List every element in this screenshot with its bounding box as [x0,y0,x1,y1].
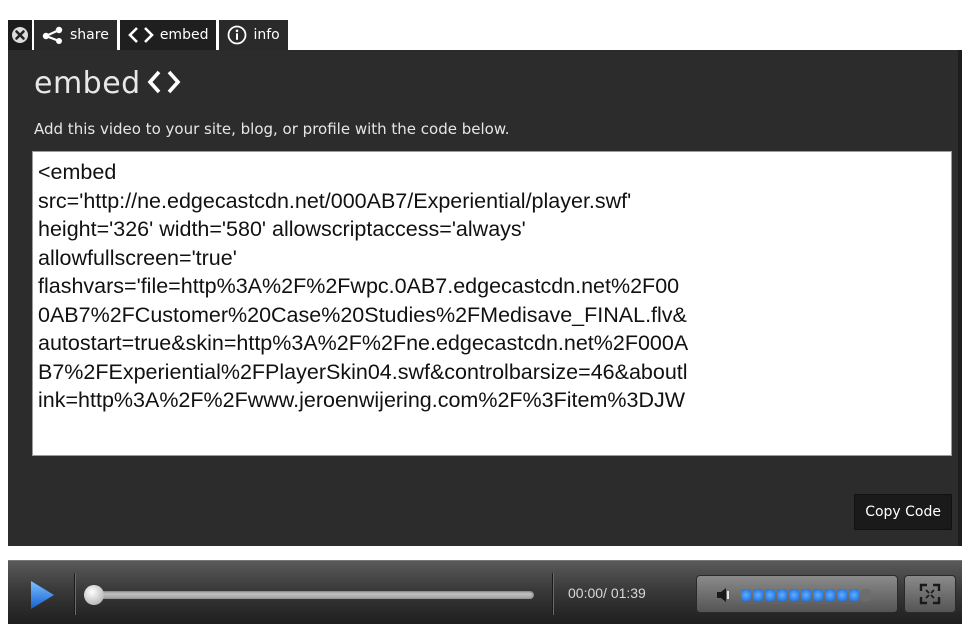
fullscreen-button[interactable] [904,575,956,613]
copy-code-button[interactable]: Copy Code [854,494,952,530]
volume-segment [765,589,775,601]
embed-code-box[interactable]: <embed src='http://ne.edgecastcdn.net/000… [32,151,952,456]
volume-segment [825,589,835,601]
code-line: B7%2FExperiential%2FPlayerSkin04.swf&con… [38,359,688,384]
speaker-icon[interactable] [715,587,731,607]
seek-bar[interactable] [88,591,534,599]
code-line: src='http://ne.edgecastcdn.net/000AB7/Ex… [38,188,632,213]
control-divider [74,573,75,615]
info-icon [227,25,247,45]
code-line: ink=http%3A%2F%2Fwww.jeroenwijering.com%… [38,388,686,412]
code-line: <embed [38,160,117,184]
play-button[interactable] [24,577,60,613]
seek-handle[interactable] [84,585,104,605]
volume-segment [813,589,823,601]
tab-share-label: share [70,27,109,43]
panel-title-row: embed [34,66,181,101]
volume-control[interactable] [696,575,898,613]
embed-code-text[interactable]: <embed src='http://ne.edgecastcdn.net/000… [38,158,945,415]
tab-info[interactable]: info [219,20,288,50]
volume-segment [789,589,799,601]
panel-subtitle: Add this video to your site, blog, or pr… [34,120,510,138]
code-line: allowfullscreen='true' [38,245,237,270]
code-line: 0AB7%2FCustomer%20Case%20Studies%2FMedis… [38,302,687,327]
code-line: autostart=true&skin=http%3A%2F%2Fne.edge… [38,331,689,355]
volume-segment [741,589,751,601]
embed-panel: embed Add this video to your site, blog,… [8,50,962,546]
volume-segment [777,589,787,601]
code-brackets-icon [147,69,181,99]
volume-segment [837,589,847,601]
share-icon [42,26,64,44]
time-display: 00:00/ 01:39 [568,585,646,601]
tab-embed-label: embed [159,27,209,43]
tab-strip: share embed info [8,20,291,50]
volume-segment [861,589,871,601]
tab-info-label: info [253,27,280,43]
code-line: height='326' width='580' allowscriptacce… [38,217,526,241]
volume-segment [753,589,763,601]
tab-share[interactable]: share [34,20,117,50]
code-brackets-icon [127,26,154,44]
control-divider [552,573,553,615]
panel-edge [958,50,962,546]
play-icon [31,581,54,609]
volume-segment [849,589,859,601]
close-icon [12,27,28,43]
volume-slider[interactable] [741,589,889,601]
code-line: flashvars='file=http%3A%2F%2Fwpc.0AB7.ed… [38,274,680,298]
panel-title: embed [34,66,141,101]
volume-segment [801,589,811,601]
tab-embed[interactable]: embed [119,20,217,50]
player-control-bar: 00:00/ 01:39 [8,560,962,624]
close-button[interactable] [8,20,32,50]
fullscreen-icon [919,583,941,605]
